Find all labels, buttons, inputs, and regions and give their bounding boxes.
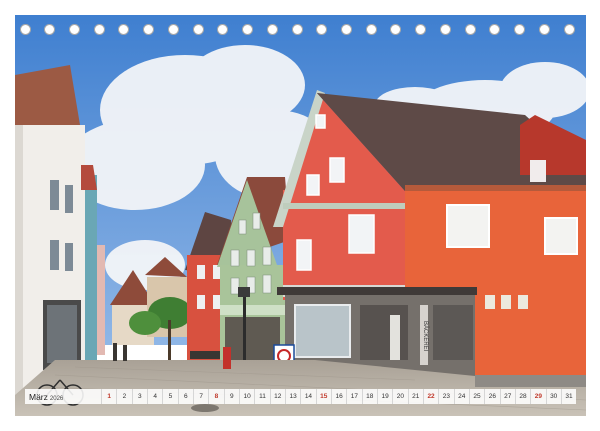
old-town-street-photo: BÄCKEREI: [15, 15, 586, 416]
day-cell: 2: [116, 389, 131, 404]
day-cell: 27: [499, 389, 515, 404]
binding-hole: [68, 24, 80, 35]
calendar-page: BÄCKEREI März 2026 1 2 3 4 5 6 7 8 9 10 …: [0, 0, 600, 431]
binding-hole: [316, 24, 328, 35]
binding-hole: [217, 24, 229, 35]
day-cell: 7: [192, 389, 208, 404]
binding-hole: [118, 24, 130, 35]
binding-hole: [93, 24, 105, 35]
month-label: März 2026: [25, 392, 101, 402]
day-cell: 15: [315, 389, 331, 404]
binding-hole: [390, 24, 402, 35]
day-cell: 18: [361, 389, 377, 404]
binding-hole: [514, 24, 526, 35]
day-cell: 23: [438, 389, 453, 404]
day-cell: 21: [407, 389, 423, 404]
binding-hole: [242, 24, 254, 35]
shop-sign: BÄCKEREI: [422, 321, 429, 352]
day-cell: 17: [346, 389, 361, 404]
binding-hole: [464, 24, 476, 35]
white-house-left: [15, 65, 85, 395]
day-cell: 14: [300, 389, 315, 404]
binding-hole: [167, 24, 179, 35]
binding-hole: [563, 24, 575, 35]
binding-hole: [291, 24, 303, 35]
day-cell: 30: [545, 389, 561, 404]
day-cell: 1: [101, 389, 116, 404]
day-cell: 8: [208, 389, 223, 404]
binding-hole: [439, 24, 451, 35]
day-cell: 19: [376, 389, 392, 404]
teal-house: [85, 175, 97, 365]
day-cell: 3: [131, 389, 147, 404]
day-cell: 10: [238, 389, 254, 404]
day-cell: 22: [422, 389, 438, 404]
calendar-photo: BÄCKEREI: [15, 15, 586, 416]
binding-hole: [489, 24, 501, 35]
day-cell: 29: [530, 389, 545, 404]
binding-hole: [192, 24, 204, 35]
day-cell: 4: [146, 389, 162, 404]
month-name: März: [29, 391, 48, 402]
day-cell: 25: [468, 389, 484, 404]
day-cell: 11: [254, 389, 269, 404]
sidewalk: [475, 375, 586, 387]
day-cell: 20: [392, 389, 407, 404]
binding-hole: [266, 24, 278, 35]
binding-hole: [19, 24, 31, 35]
day-cell: 28: [514, 389, 530, 404]
calendar-strip: März 2026 1 2 3 4 5 6 7 8 9 10 11 12 13 14 15 16 17 18 19 20…: [25, 389, 576, 404]
binding-hole: [340, 24, 352, 35]
day-cell: 24: [453, 389, 469, 404]
day-row: 1 2 3 4 5 6 7 8 9 10 11 12 13 14 15 16 17 18 19 20 21 22 23 24 2…: [101, 389, 576, 404]
day-cell: 13: [284, 389, 300, 404]
day-cell: 9: [223, 389, 239, 404]
year-label: 2026: [49, 395, 64, 402]
day-cell: 16: [330, 389, 346, 404]
day-cell: 6: [177, 389, 193, 404]
binding-hole: [538, 24, 550, 35]
manhole-cover: [191, 404, 219, 412]
binding-hole: [143, 24, 155, 35]
day-cell: 5: [162, 389, 177, 404]
spiral-binding: [0, 24, 600, 38]
day-cell: 31: [560, 389, 576, 404]
binding-hole: [365, 24, 377, 35]
day-cell: 26: [484, 389, 499, 404]
binding-hole: [415, 24, 427, 35]
binding-hole: [44, 24, 56, 35]
day-cell: 12: [269, 389, 285, 404]
